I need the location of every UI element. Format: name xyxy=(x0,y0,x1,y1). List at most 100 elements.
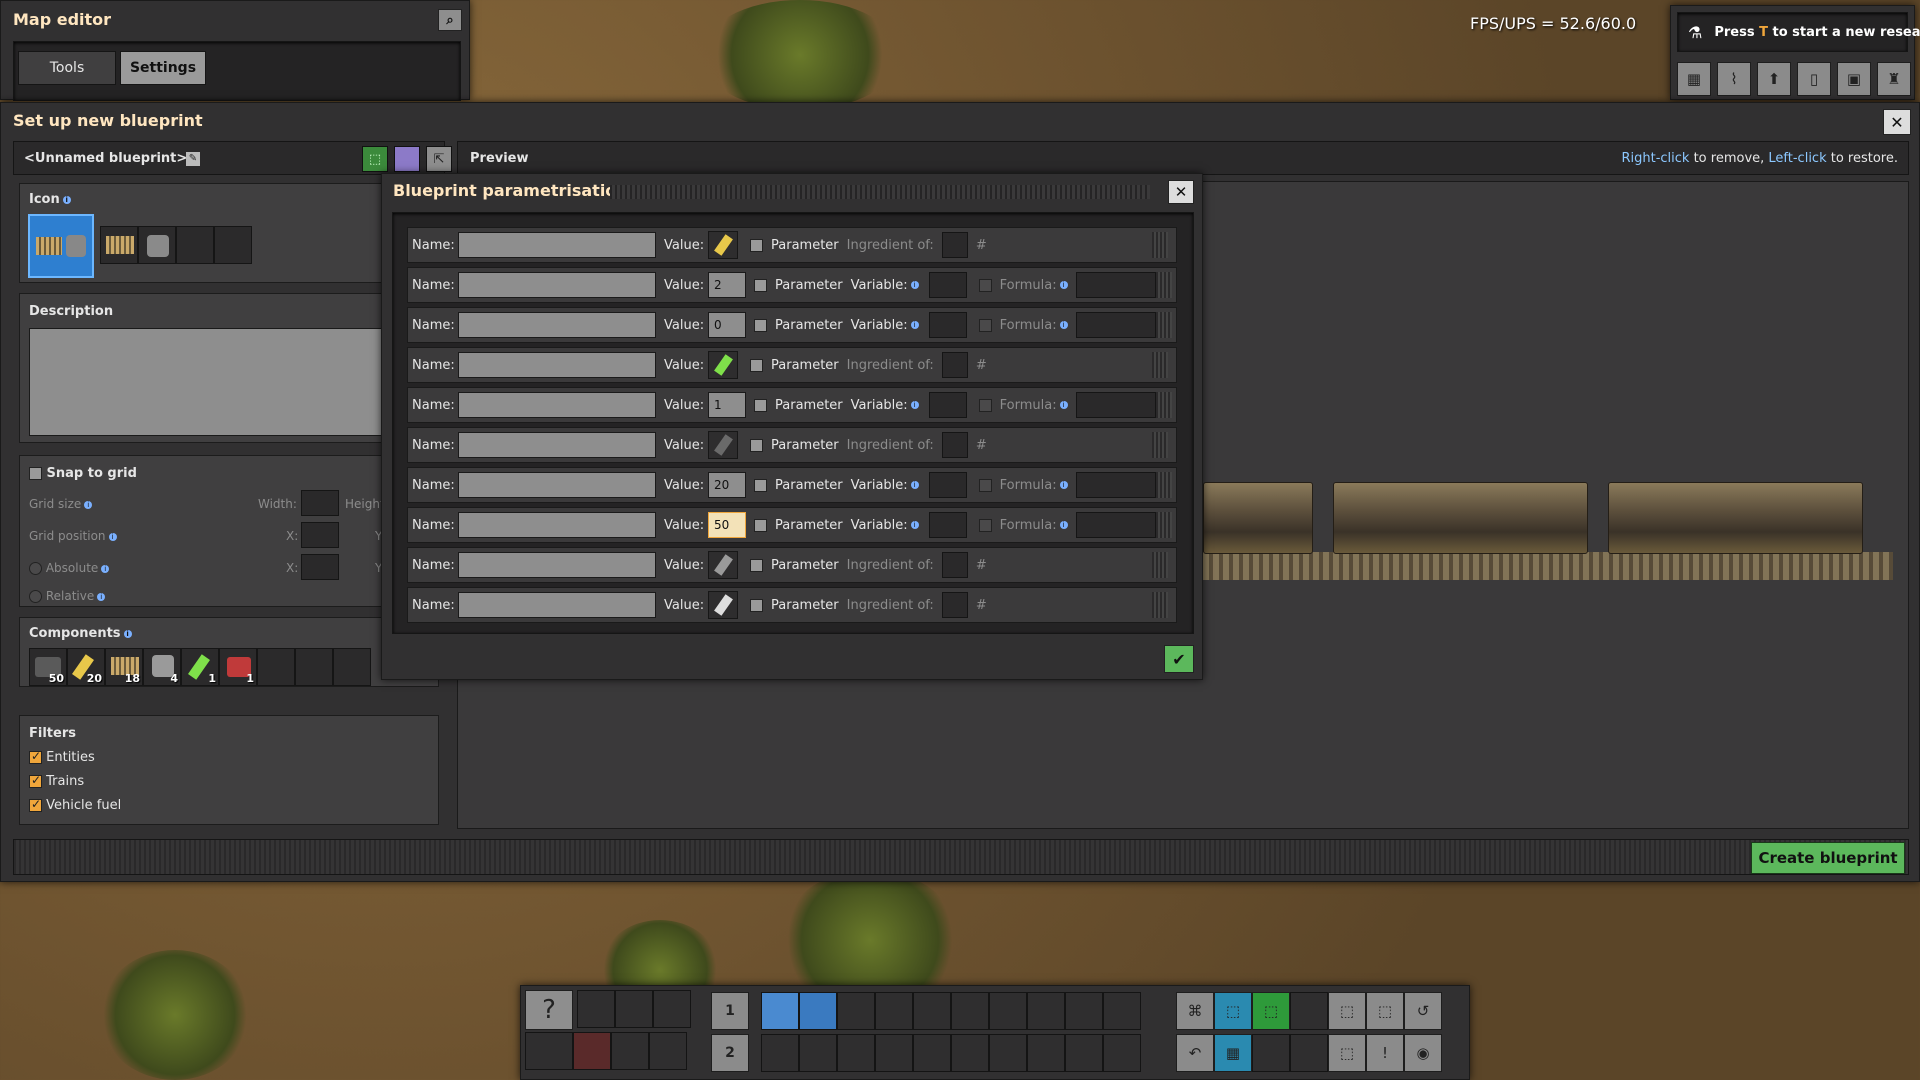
tab-settings[interactable]: Settings xyxy=(120,51,206,85)
close-icon[interactable]: ✕ xyxy=(1883,109,1911,135)
filter-entities-checkbox[interactable] xyxy=(29,749,42,764)
ingredient-slot[interactable] xyxy=(941,232,968,258)
quickbar-slot[interactable] xyxy=(989,1034,1027,1072)
parameter-checkbox[interactable] xyxy=(754,398,767,412)
formula-checkbox[interactable] xyxy=(978,518,992,532)
formula-field[interactable] xyxy=(1075,392,1156,418)
undo-button[interactable]: ↶ xyxy=(1176,1034,1214,1072)
component-rail[interactable]: 4 xyxy=(143,648,181,686)
formula-checkbox[interactable] xyxy=(978,278,992,292)
grid-position-x-field[interactable] xyxy=(301,522,339,548)
formula-field[interactable] xyxy=(1075,312,1156,338)
drag-handle[interactable] xyxy=(1155,272,1172,298)
quickbar-slot[interactable] xyxy=(875,1034,913,1072)
ingredient-slot[interactable] xyxy=(941,592,968,618)
parameter-checkbox[interactable] xyxy=(754,278,767,292)
select-area-button[interactable]: ⬚ xyxy=(362,146,388,172)
parameter-checkbox[interactable] xyxy=(750,358,763,372)
quickbar-slot[interactable] xyxy=(989,992,1027,1030)
quickbar-slot[interactable] xyxy=(1065,1034,1103,1072)
component-locomotive[interactable]: 50 xyxy=(29,648,67,686)
quickbar-slot-planner[interactable] xyxy=(799,992,837,1030)
deconstruct-button[interactable]: ⬚ xyxy=(1328,992,1366,1030)
quickbar-slot[interactable] xyxy=(1103,1034,1141,1072)
name-field[interactable] xyxy=(458,472,656,498)
ingredient-slot[interactable] xyxy=(941,432,968,458)
redo-button[interactable] xyxy=(1290,1034,1328,1072)
drag-handle[interactable] xyxy=(1155,312,1172,338)
shortcut-paste[interactable] xyxy=(653,990,692,1028)
parameter-checkbox[interactable] xyxy=(754,518,767,532)
quickbar-page-2[interactable]: 2 xyxy=(711,1034,749,1072)
drag-handle[interactable] xyxy=(1152,352,1168,378)
export-button[interactable]: ⇱ xyxy=(426,146,452,172)
parametrise-button[interactable] xyxy=(394,146,420,172)
trophy-icon[interactable]: ♜ xyxy=(1877,62,1911,96)
drag-handle[interactable] xyxy=(1155,472,1172,498)
shortcut-slot[interactable] xyxy=(611,1032,649,1070)
value-field[interactable]: 0 xyxy=(708,312,746,338)
name-field[interactable] xyxy=(458,592,656,618)
parameter-checkbox[interactable] xyxy=(750,238,763,252)
drag-handle[interactable] xyxy=(1155,512,1172,538)
parameter-checkbox[interactable] xyxy=(754,478,767,492)
formula-field[interactable] xyxy=(1075,472,1156,498)
filter-vehicle-fuel-checkbox[interactable] xyxy=(29,797,42,812)
quickbar-slot[interactable] xyxy=(1103,992,1141,1030)
name-field[interactable] xyxy=(458,272,656,298)
stats-icon[interactable]: ⌇ xyxy=(1717,62,1751,96)
absolute-x-field[interactable] xyxy=(301,554,339,580)
icon-slot-3[interactable] xyxy=(176,226,214,264)
absolute-radio[interactable] xyxy=(29,562,42,575)
blueprint-library-button[interactable]: ▦ xyxy=(1214,1034,1252,1072)
name-field[interactable] xyxy=(458,392,656,418)
quickbar-slot[interactable] xyxy=(951,992,989,1030)
ingredient-slot[interactable] xyxy=(941,352,968,378)
shortcut-blueprint[interactable] xyxy=(577,990,616,1028)
icon-slot-4[interactable] xyxy=(214,226,252,264)
relative-radio[interactable] xyxy=(29,590,42,603)
name-field[interactable] xyxy=(458,312,656,338)
component-cargo-wagon[interactable]: 18 xyxy=(105,648,143,686)
quickbar-slot[interactable] xyxy=(837,1034,875,1072)
quickbar-slot[interactable] xyxy=(761,1034,799,1072)
quickbar-slot[interactable] xyxy=(1027,992,1065,1030)
variable-field[interactable] xyxy=(928,312,967,338)
value-item-slot[interactable] xyxy=(708,551,738,579)
component-rocket-fuel[interactable]: 20 xyxy=(67,648,105,686)
shortcut-item-button[interactable]: ◉ xyxy=(1404,1034,1442,1072)
quickbar-slot[interactable] xyxy=(875,992,913,1030)
variable-field[interactable] xyxy=(928,512,967,538)
value-item-slot[interactable] xyxy=(708,231,738,259)
quickbar-slot[interactable] xyxy=(837,992,875,1030)
value-field[interactable]: 50 xyxy=(708,512,746,538)
shortcut-slot[interactable] xyxy=(525,1032,573,1070)
icon-slot-2[interactable] xyxy=(138,226,176,264)
quickbar-slot[interactable] xyxy=(913,1034,951,1072)
parameter-checkbox[interactable] xyxy=(750,598,763,612)
icon-slot-1[interactable] xyxy=(100,226,138,264)
icon-slot-selected[interactable] xyxy=(28,214,94,278)
name-field[interactable] xyxy=(458,512,656,538)
variable-field[interactable] xyxy=(928,472,967,498)
select-tool-button[interactable]: ⬚ xyxy=(1214,992,1252,1030)
shortcut-slot[interactable] xyxy=(573,1032,611,1070)
shortcut-remove-button[interactable]: ! xyxy=(1366,1034,1404,1072)
search-icon[interactable]: ⌕ xyxy=(438,9,462,31)
quickbar-slot[interactable] xyxy=(913,992,951,1030)
grid-width-field[interactable] xyxy=(301,490,339,516)
formula-field[interactable] xyxy=(1075,512,1156,538)
shortcut-slot[interactable] xyxy=(649,1032,687,1070)
drag-handle[interactable] xyxy=(1152,592,1168,618)
drag-handle[interactable] xyxy=(1152,432,1168,458)
quickbar-slot[interactable] xyxy=(1065,992,1103,1030)
component-nuclear-fuel[interactable]: 1 xyxy=(181,648,219,686)
formula-field[interactable] xyxy=(1075,272,1156,298)
help-button[interactable]: ? xyxy=(525,990,573,1030)
toggle-button[interactable]: ↺ xyxy=(1404,992,1442,1030)
upgrade-button[interactable]: ⬚ xyxy=(1366,992,1404,1030)
parameter-checkbox[interactable] xyxy=(750,438,763,452)
train-icon[interactable]: ▣ xyxy=(1837,62,1871,96)
name-field[interactable] xyxy=(458,352,656,378)
create-blueprint-button[interactable]: Create blueprint xyxy=(1751,842,1905,874)
